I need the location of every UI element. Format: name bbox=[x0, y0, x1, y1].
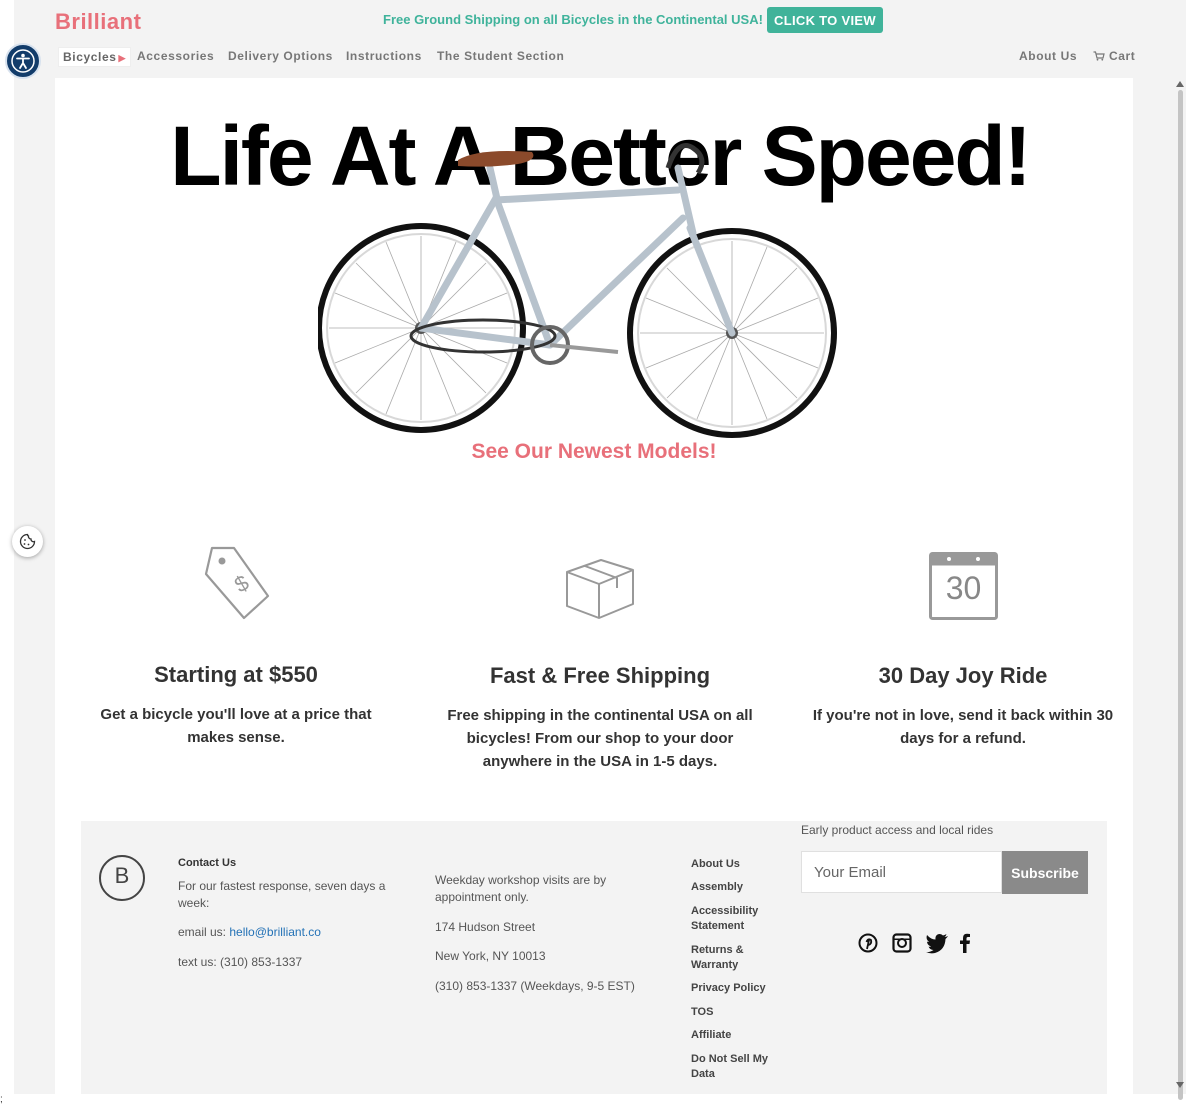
workshop-city: New York, NY 10013 bbox=[435, 949, 546, 963]
scroll-thumb[interactable] bbox=[1178, 90, 1183, 1100]
bicycle-image[interactable] bbox=[318, 128, 840, 444]
accessibility-person-icon bbox=[11, 49, 35, 73]
brand-logo[interactable]: Brilliant bbox=[55, 9, 141, 35]
nav-item-instructions[interactable]: Instructions bbox=[346, 49, 422, 63]
footer-brand-mark[interactable]: B bbox=[99, 855, 145, 901]
box-package-icon bbox=[566, 559, 634, 619]
stray-text: ; bbox=[0, 1094, 3, 1105]
pinterest-icon[interactable] bbox=[858, 932, 878, 954]
nav-item-about-us[interactable]: About Us bbox=[1019, 49, 1077, 63]
bike-handlebar bbox=[665, 143, 705, 175]
footer-link-returns[interactable]: Returns & Warranty bbox=[691, 943, 781, 973]
contact-email-line: email us: hello@brilliant.co bbox=[178, 924, 321, 941]
email-link[interactable]: hello@brilliant.co bbox=[229, 925, 321, 939]
calendar-icon: 30 bbox=[929, 552, 998, 620]
feature-text-shipping: Free shipping in the continental USA on … bbox=[447, 707, 753, 770]
email-field[interactable] bbox=[801, 851, 1002, 893]
contact-heading: Contact Us bbox=[178, 857, 237, 869]
scroll-down-arrow-icon[interactable] bbox=[1176, 1082, 1184, 1088]
vertical-scrollbar[interactable] bbox=[1176, 78, 1184, 1100]
footer-brand-letter: B bbox=[114, 863, 130, 888]
workshop-street: 174 Hudson Street bbox=[435, 920, 536, 934]
nav-item-cart[interactable]: Cart bbox=[1093, 49, 1135, 63]
feature-text-joyride: If you're not in love, send it back with… bbox=[812, 707, 1114, 747]
price-tag-dollar-icon: $ bbox=[204, 546, 270, 620]
nav-item-accessories[interactable]: Accessories bbox=[137, 49, 214, 63]
cookie-settings-button[interactable] bbox=[12, 526, 43, 557]
promo-view-button[interactable]: CLICK TO VIEW bbox=[767, 7, 883, 33]
accessibility-button[interactable] bbox=[5, 43, 41, 79]
feature-title-shipping: Fast & Free Shipping bbox=[489, 663, 711, 688]
feature-text-price: Get a bicycle you'll love at a price tha… bbox=[100, 706, 372, 746]
footer-link-about[interactable]: About Us bbox=[691, 857, 781, 872]
shopping-cart-icon bbox=[1093, 51, 1105, 61]
nav-label: Bicycles bbox=[63, 50, 117, 64]
svg-text:$: $ bbox=[230, 570, 253, 598]
footer-link-accessibility[interactable]: Accessibility Statement bbox=[691, 904, 781, 934]
footer-link-assembly[interactable]: Assembly bbox=[691, 880, 781, 895]
instagram-icon[interactable] bbox=[892, 932, 912, 954]
promo-banner-text: Free Ground Shipping on all Bicycles in … bbox=[383, 12, 763, 27]
workshop-phone: (310) 853-1337 (Weekdays, 9-5 EST) bbox=[435, 979, 635, 993]
workshop-note: Weekday workshop visits are by appointme… bbox=[435, 873, 607, 904]
crank-arm bbox=[549, 343, 619, 354]
twitter-icon[interactable] bbox=[925, 932, 949, 954]
feature-title-price: Starting at $550 bbox=[154, 662, 318, 687]
nav-item-delivery-options[interactable]: Delivery Options bbox=[228, 49, 333, 63]
email-label: email us: bbox=[178, 925, 227, 939]
bike-saddle bbox=[458, 151, 534, 167]
footer-link-tos[interactable]: TOS bbox=[691, 1005, 781, 1020]
cookie-icon bbox=[19, 533, 36, 550]
nav-item-bicycles[interactable]: Bicycles ▶ bbox=[58, 47, 132, 67]
newest-models-link[interactable]: See Our Newest Models! bbox=[0, 440, 1188, 464]
cart-label: Cart bbox=[1108, 49, 1136, 63]
scroll-up-arrow-icon[interactable] bbox=[1176, 81, 1184, 87]
caret-right-icon: ▶ bbox=[118, 53, 127, 63]
footer-link-privacy[interactable]: Privacy Policy bbox=[691, 981, 781, 996]
calendar-day-number: 30 bbox=[945, 570, 982, 606]
subscribe-label: Early product access and local rides bbox=[801, 823, 994, 837]
footer-link-do-not-sell[interactable]: Do Not Sell My Data bbox=[691, 1052, 781, 1082]
nav-item-student-section[interactable]: The Student Section bbox=[437, 49, 564, 63]
facebook-icon[interactable] bbox=[959, 932, 971, 954]
feature-title-joyride: 30 Day Joy Ride bbox=[878, 663, 1048, 688]
bike-frame bbox=[417, 164, 736, 349]
contact-intro: For our fastest response, seven days a w… bbox=[178, 879, 386, 910]
subscribe-button[interactable]: Subscribe bbox=[1002, 851, 1088, 894]
contact-text-line: text us: (310) 853-1337 bbox=[178, 955, 303, 969]
footer-link-affiliate[interactable]: Affiliate bbox=[691, 1028, 781, 1043]
